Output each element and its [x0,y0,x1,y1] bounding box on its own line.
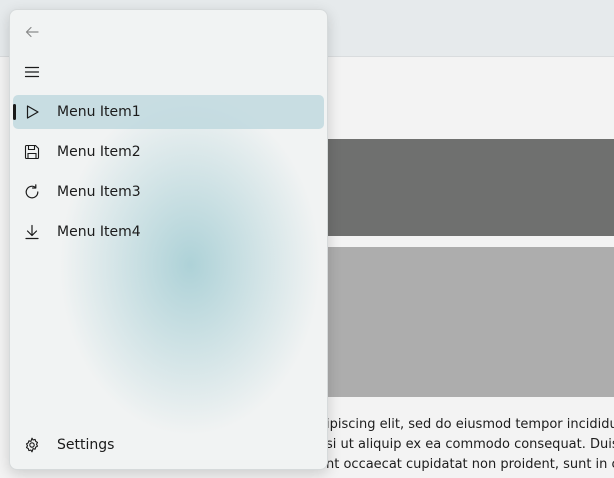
save-icon [23,143,41,161]
background-paragraph: ipiscing elit, sed do eiusmod tempor inc… [326,415,614,477]
nav-item-label: Menu Item2 [57,144,141,160]
paragraph-line: ipiscing elit, sed do eiusmod tempor inc… [326,417,614,432]
nav-item-settings[interactable]: Settings [13,428,324,462]
play-icon [23,103,41,121]
paragraph-line: si ut aliquip ex ea commodo consequat. D… [326,437,614,452]
arrow-left-icon [25,26,39,38]
gear-icon [23,436,41,454]
selection-indicator [13,104,16,120]
nav-item-menu-item3[interactable]: Menu Item3 [13,175,324,209]
nav-item-menu-item1[interactable]: Menu Item1 [13,95,324,129]
nav-item-label: Menu Item3 [57,184,141,200]
menu-toggle-button[interactable] [16,56,48,88]
nav-item-menu-item4[interactable]: Menu Item4 [13,215,324,249]
refresh-icon [23,183,41,201]
nav-item-label: Menu Item4 [57,224,141,240]
background-gray-block [326,247,614,397]
download-icon [23,223,41,241]
nav-item-label: Settings [57,437,115,453]
paragraph-line: nt occaecat cupidatat non proident, sunt… [326,457,614,472]
nav-item-menu-item2[interactable]: Menu Item2 [13,135,324,169]
hamburger-icon [24,66,40,78]
navigation-pane: Menu Item1 Menu Item2 Menu Item3 Menu It… [9,9,328,470]
nav-item-label: Menu Item1 [57,104,141,120]
background-dark-block [326,139,614,236]
back-button[interactable] [16,16,48,48]
